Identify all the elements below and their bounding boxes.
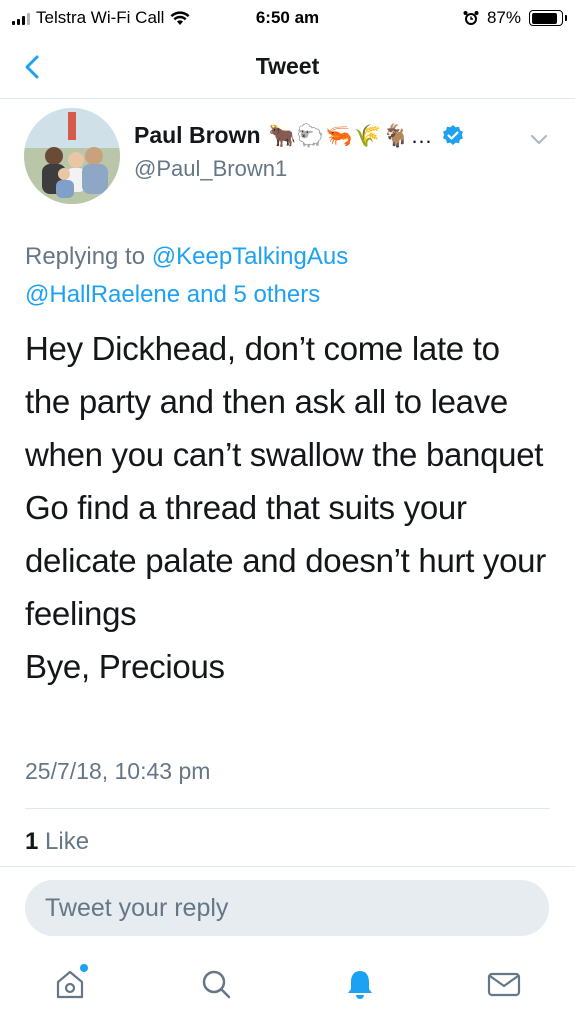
caret-down-icon[interactable] (528, 130, 550, 148)
author-name[interactable]: Paul Brown (134, 122, 261, 149)
tab-bar (0, 950, 575, 1024)
author-row[interactable]: Paul Brown 🐂🐑🦐🌾🐐… (134, 122, 465, 149)
avatar[interactable] (24, 108, 120, 204)
reply-input[interactable]: Tweet your reply (25, 880, 549, 936)
status-right: 87% (463, 8, 567, 28)
battery-fill (531, 12, 557, 24)
author-handle[interactable]: @Paul_Brown1 (134, 156, 287, 182)
like-stats[interactable]: 1 Like (25, 828, 89, 856)
author-emojis: 🐂🐑🦐🌾🐐… (268, 122, 434, 148)
mention-link[interactable]: @KeepTalkingAus (152, 243, 348, 270)
nav-bar: Tweet (0, 36, 575, 99)
notifications-bell-icon[interactable] (340, 964, 380, 1004)
replying-to-label: Replying to (25, 243, 152, 270)
search-icon[interactable] (196, 964, 236, 1004)
replying-to: Replying to @KeepTalkingAus @HallRaelene… (25, 238, 545, 314)
reply-placeholder: Tweet your reply (45, 894, 229, 922)
messages-envelope-icon[interactable] (484, 964, 524, 1004)
others-link[interactable]: 5 others (234, 281, 321, 308)
mention-link[interactable]: @HallRaelene (25, 281, 180, 308)
verified-badge-icon (443, 124, 464, 145)
like-count[interactable]: 1 (25, 828, 38, 855)
divider (25, 808, 550, 809)
battery-percent: 87% (486, 8, 521, 27)
divider (0, 866, 575, 867)
unread-indicator-dot (80, 964, 88, 972)
avatar-image (24, 108, 120, 204)
page-title: Tweet (255, 53, 320, 79)
like-label[interactable]: Like (38, 828, 89, 855)
replying-to-and: and (180, 281, 234, 308)
tweet-timestamp: 25/7/18, 10:43 pm (25, 758, 211, 784)
battery-icon (529, 10, 567, 26)
tweet-text: Hey Dickhead, don’t come late to the par… (25, 330, 546, 685)
alarm-icon (463, 11, 479, 25)
status-bar: Telstra Wi-Fi Call 6:50 am 87% (0, 0, 575, 36)
